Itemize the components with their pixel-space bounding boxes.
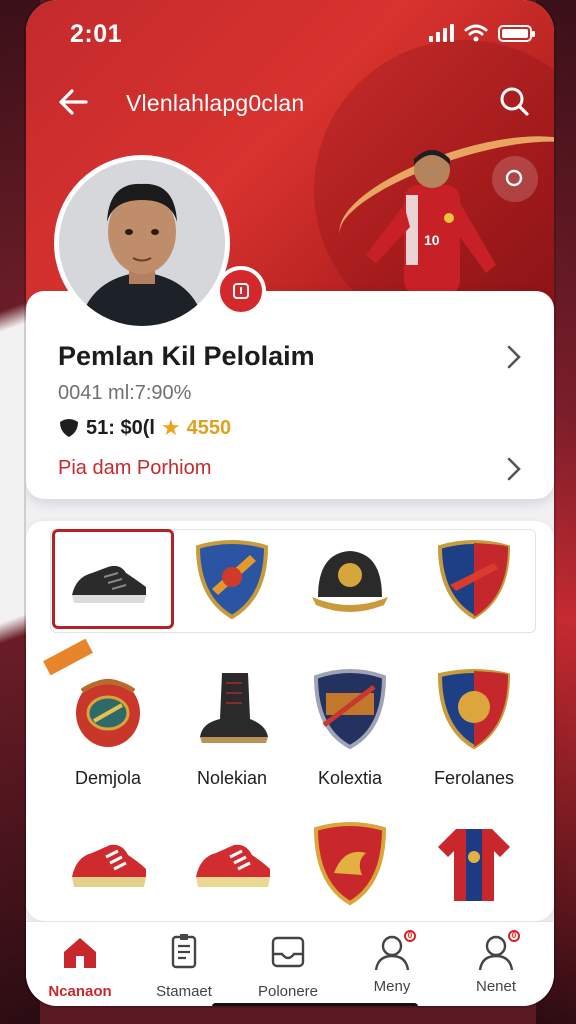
search-icon (505, 169, 523, 187)
phone-screen: 10 2:01 Vlenlahlapg0clan Pemlan Kil Pelo… (26, 0, 554, 1006)
inbox-icon (271, 936, 305, 968)
bottom-tab-bar: Ncanaon Stamaet Polonere 0 Meny 0 Nenet (26, 921, 554, 1006)
profile-link-label: Pia dam Porhiom (58, 457, 212, 479)
home-icon (64, 938, 96, 968)
grid-item-label: Kolextia (317, 768, 383, 788)
profile-name: Pemlan Kil Pelolaim (58, 341, 315, 371)
grid-item-sneaker[interactable] (50, 529, 174, 630)
notification-badge: 0 (508, 930, 520, 942)
chevron-right-icon[interactable] (504, 343, 524, 371)
player-illustration: 10 (366, 150, 496, 295)
stat-value-b: 4550 (186, 416, 232, 439)
grid-item-label: Nolekian (196, 768, 268, 788)
tab-inbox[interactable]: Polonere (238, 932, 338, 1000)
badge-icon (233, 283, 249, 299)
avatar[interactable] (54, 155, 230, 331)
document-icon (171, 934, 197, 969)
profile-link-row[interactable]: Pia dam Porhiom (26, 441, 554, 491)
grid-item-crest-red[interactable] (416, 533, 532, 630)
avatar-edit-badge[interactable] (216, 266, 266, 316)
crest-icon (437, 540, 511, 620)
tab-document[interactable]: Stamaet (134, 932, 234, 1000)
profile-subtitle: 0041 ml:7:90% (58, 382, 192, 404)
grid-item-crest-navy[interactable]: Kolextia (292, 663, 408, 789)
grid-item-helmet[interactable] (292, 533, 408, 630)
bucket-icon (76, 679, 140, 747)
star-icon: ★ (160, 415, 181, 440)
grid-item-red-sneaker[interactable] (50, 817, 166, 914)
tab-search-people[interactable]: 0 Meny (342, 930, 442, 995)
back-arrow-icon[interactable] (54, 82, 94, 122)
helmet-icon (312, 551, 388, 612)
crest-icon (313, 669, 387, 750)
shield-icon (313, 822, 387, 906)
chevron-right-icon (507, 457, 521, 481)
grid-item-red-sneaker-2[interactable] (174, 817, 290, 914)
tab-label: Stamaet (156, 983, 212, 1000)
grid-item-label: Ferolanes (433, 768, 515, 788)
grid-item-crest-lion[interactable]: Ferolanes (416, 663, 532, 789)
hero-action-button[interactable] (492, 156, 538, 202)
wifi-icon (464, 24, 488, 42)
notification-badge: 0 (404, 930, 416, 942)
tab-home[interactable]: Ncanaon (30, 932, 130, 1000)
page-title: Vlenlahlapg0clan (126, 90, 305, 116)
tab-label: Meny (373, 978, 411, 995)
profile-stats: 51: $0(l ★ 4550 (58, 415, 231, 441)
grid-item-crest-blue[interactable] (174, 533, 290, 630)
search-icon[interactable] (494, 82, 534, 122)
tab-profile[interactable]: 0 Nenet (446, 930, 546, 995)
grid-item-boot[interactable]: Nolekian (174, 663, 290, 789)
sneaker-icon (196, 844, 270, 887)
sneaker-icon (72, 844, 146, 887)
tab-label: Nenet (475, 978, 517, 995)
crest-icon (195, 540, 269, 620)
home-indicator[interactable] (212, 1003, 418, 1006)
svg-text:10: 10 (424, 232, 440, 248)
tab-label: Polonere (257, 983, 319, 1000)
battery-icon (498, 25, 535, 42)
collection-grid: Demjola Nolekian Kolextia Ferolanes (26, 521, 554, 921)
jersey-icon (438, 829, 510, 901)
status-icons (429, 24, 535, 42)
signal-icon (429, 24, 454, 42)
status-time: 2:01 (70, 20, 123, 48)
grid-item-jersey[interactable] (416, 817, 532, 914)
top-navigation: Vlenlahlapg0clan (26, 78, 554, 126)
selection-frame (52, 529, 174, 629)
tab-label: Ncanaon (48, 983, 112, 1000)
status-bar: 2:01 (26, 0, 554, 64)
avatar-portrait (59, 160, 225, 326)
grid-item-red-shield[interactable] (292, 817, 408, 914)
grid-item-bucket[interactable]: Demjola (50, 663, 166, 789)
boot-icon (200, 673, 268, 743)
grid-item-label: Demjola (74, 768, 142, 788)
shield-icon (60, 419, 78, 437)
stat-value-a: 51: $0(l (86, 416, 155, 439)
crest-icon (437, 669, 511, 750)
